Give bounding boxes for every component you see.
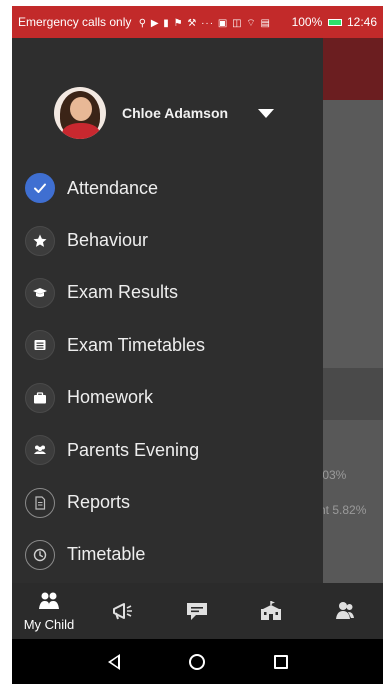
chat-icon (187, 603, 207, 620)
document-icon (25, 487, 55, 518)
recents-icon (274, 654, 289, 669)
menu-item-label: Exam Timetables (67, 334, 206, 355)
menu-item-label: Reports (67, 492, 131, 513)
home-icon (189, 653, 206, 670)
battery-percent: 100% (291, 15, 323, 29)
navigation-drawer: Chloe Adamson Attendance Behaviour Exam … (12, 38, 323, 589)
profile-name: Chloe Adamson (122, 105, 229, 121)
contacts-icon (336, 602, 354, 619)
profile-switcher[interactable]: Chloe Adamson (12, 76, 323, 150)
tab-contacts[interactable] (308, 583, 382, 639)
phone-screen: Emergency calls only ⚲ ▶ ▮ ⚑ ⚒ ··· ▣ ◫ ⌔… (12, 6, 383, 684)
menu-item-label: Exam Results (67, 282, 179, 303)
children-icon (39, 592, 59, 609)
menu-item-exam-timetables[interactable]: Exam Timetables (12, 319, 323, 371)
menu-item-attendance[interactable]: Attendance (12, 162, 323, 214)
stat-value: nt 5.82% (319, 503, 367, 517)
tab-messages[interactable] (160, 583, 234, 639)
back-button[interactable] (104, 652, 124, 672)
clock-icon (25, 539, 55, 570)
stat-value: .03% (319, 468, 347, 482)
battery-icon (327, 19, 342, 27)
menu-item-label: Timetable (67, 544, 146, 565)
recents-button[interactable] (271, 652, 291, 672)
back-icon (107, 653, 120, 670)
menu-item-behaviour[interactable]: Behaviour (12, 214, 323, 266)
briefcase-icon (25, 382, 55, 413)
menu-item-label: Attendance (67, 177, 159, 198)
system-nav-bar (12, 639, 383, 684)
school-icon (261, 601, 281, 620)
list-icon (25, 330, 55, 361)
megaphone-icon (113, 603, 132, 620)
status-right: 100% 12:46 (292, 15, 377, 29)
menu-item-exam-results[interactable]: Exam Results (12, 267, 323, 319)
bottom-tab-bar: My Child (12, 583, 383, 639)
status-bar: Emergency calls only ⚲ ▶ ▮ ⚑ ⚒ ··· ▣ ◫ ⌔… (12, 6, 383, 38)
graduation-cap-icon (25, 277, 55, 308)
tab-label: My Child (23, 616, 75, 632)
carrier-text: Emergency calls only ⚲ ▶ ▮ ⚑ ⚒ ··· ▣ ◫ ⌔… (18, 14, 271, 29)
menu-item-label: Homework (67, 387, 154, 408)
people-icon (25, 435, 55, 466)
status-icons: ⚲ ▶ ▮ ⚑ ⚒ ··· ▣ ◫ ⌔ ▤ (138, 17, 271, 29)
menu-item-parents-evening[interactable]: Parents Evening (12, 424, 323, 476)
drawer-menu: Attendance Behaviour Exam Results Exam T… (12, 162, 323, 581)
clock-text: 12:46 (346, 15, 377, 29)
tab-school[interactable] (234, 583, 308, 639)
tab-my-child[interactable]: My Child (12, 583, 86, 639)
star-icon (25, 225, 55, 256)
check-icon (25, 173, 55, 204)
menu-item-label: Parents Evening (67, 439, 200, 460)
home-button[interactable] (187, 652, 207, 672)
avatar (54, 87, 106, 139)
dropdown-caret-icon[interactable] (258, 108, 275, 118)
menu-item-timetable[interactable]: Timetable (12, 529, 323, 581)
menu-item-homework[interactable]: Homework (12, 372, 323, 424)
menu-item-label: Behaviour (67, 230, 149, 251)
menu-item-reports[interactable]: Reports (12, 476, 323, 528)
tab-announcements[interactable] (86, 583, 160, 639)
